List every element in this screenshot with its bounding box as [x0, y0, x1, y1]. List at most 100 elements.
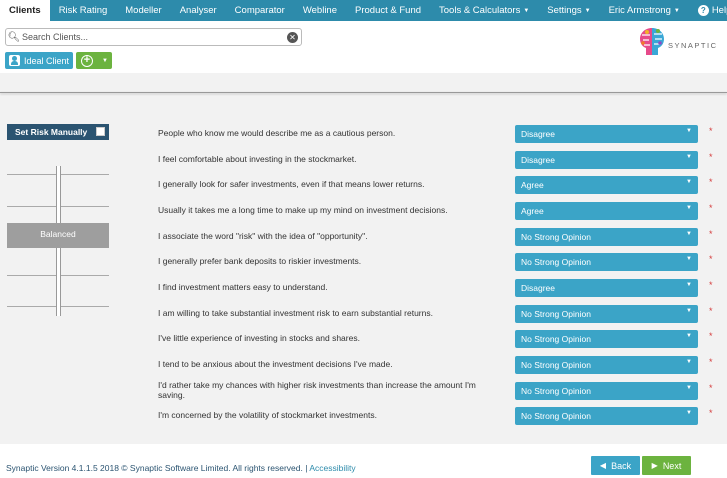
question-text: I generally prefer bank deposits to risk…: [158, 256, 362, 267]
tab-comparator[interactable]: Comparator: [226, 0, 294, 21]
answer-select[interactable]: No Strong Opinion ▼: [515, 253, 698, 271]
required-marker: *: [709, 357, 713, 367]
required-marker: *: [709, 408, 713, 418]
tab-label: Modeller: [125, 5, 162, 16]
plus-icon: +: [81, 54, 93, 67]
answer-value: No Strong Opinion: [521, 386, 591, 396]
chevron-down-icon: ▼: [686, 385, 692, 391]
required-marker: *: [709, 203, 713, 213]
chevron-down-icon: ▼: [673, 7, 680, 14]
back-button[interactable]: ◀ Back: [591, 456, 640, 475]
question-row: I am willing to take substantial investm…: [0, 305, 727, 323]
chevron-down-icon: ▼: [686, 256, 692, 262]
answer-value: Agree: [521, 206, 544, 216]
question-text: I associate the word "risk" with the ide…: [158, 231, 368, 242]
chevron-down-icon: ▼: [102, 57, 108, 64]
question-text: People who know me would describe me as …: [158, 128, 396, 139]
question-row: I generally prefer bank deposits to risk…: [0, 253, 727, 271]
user-menu[interactable]: Eric Armstrong ▼: [600, 0, 689, 21]
chevron-down-icon: ▼: [584, 7, 591, 14]
answer-select[interactable]: No Strong Opinion ▼: [515, 228, 698, 246]
tab-label: Analyser: [179, 5, 217, 16]
tab-label: Clients: [9, 5, 41, 16]
answer-select[interactable]: Agree ▼: [515, 202, 698, 220]
tab-risk-rating[interactable]: Risk Rating: [50, 0, 117, 21]
chevron-down-icon: ▼: [686, 282, 692, 288]
question-text: I feel comfortable about investing in th…: [158, 154, 357, 165]
search-box: 🔍︎ ✕: [5, 28, 302, 46]
next-button[interactable]: ▶ Next: [642, 456, 691, 475]
answer-value: No Strong Opinion: [521, 232, 591, 242]
answer-select[interactable]: No Strong Opinion ▼: [515, 305, 698, 323]
tab-label: Comparator: [234, 5, 285, 16]
required-marker: *: [709, 383, 713, 393]
question-row: I associate the word "risk" with the ide…: [0, 228, 727, 246]
question-row: I tend to be anxious about the investmen…: [0, 356, 727, 374]
tab-label: Settings: [547, 5, 582, 16]
answer-select[interactable]: No Strong Opinion ▼: [515, 382, 698, 400]
footer: Synaptic Version 4.1.1.5 2018 © Synaptic…: [0, 444, 727, 478]
required-marker: *: [709, 229, 713, 239]
required-marker: *: [709, 331, 713, 341]
tab-settings[interactable]: Settings ▼: [538, 0, 599, 21]
help-menu[interactable]: ?Help▼: [689, 0, 727, 21]
search-icon: 🔍︎: [7, 31, 21, 43]
required-marker: *: [709, 126, 713, 136]
answer-select[interactable]: Disagree ▼: [515, 151, 698, 169]
question-row: I'm concerned by the volatility of stock…: [0, 407, 727, 425]
required-marker: *: [709, 177, 713, 187]
tab-tools-calculators[interactable]: Tools & Calculators ▼: [430, 0, 538, 21]
answer-select[interactable]: Disagree ▼: [515, 279, 698, 297]
question-row: Usually it takes me a long time to make …: [0, 202, 727, 220]
answer-value: No Strong Opinion: [521, 411, 591, 421]
answer-value: Disagree: [521, 129, 556, 139]
top-navigation: Clients Risk Rating Modeller Analyser Co…: [0, 0, 727, 21]
answer-value: Agree: [521, 180, 544, 190]
accessibility-link[interactable]: Accessibility: [309, 463, 355, 473]
answer-value: Disagree: [521, 155, 556, 165]
answer-value: No Strong Opinion: [521, 334, 591, 344]
help-label: Help: [711, 5, 727, 16]
user-icon: [9, 55, 20, 66]
chevron-down-icon: ▼: [686, 410, 692, 416]
tab-modeller[interactable]: Modeller: [116, 0, 170, 21]
question-text: I am willing to take substantial investm…: [158, 308, 433, 319]
required-marker: *: [709, 280, 713, 290]
answer-select[interactable]: No Strong Opinion ▼: [515, 356, 698, 374]
divider: [0, 92, 727, 93]
tab-analyser[interactable]: Analyser: [171, 0, 226, 21]
help-icon: ?: [697, 5, 709, 16]
tab-clients[interactable]: Clients: [0, 0, 50, 21]
question-text: I've little experience of investing in s…: [158, 333, 360, 344]
required-marker: *: [709, 152, 713, 162]
tab-label: Webline: [302, 5, 337, 16]
synaptic-logo: [640, 28, 664, 55]
answer-value: No Strong Opinion: [521, 360, 591, 370]
question-text: I find investment matters easy to unders…: [158, 282, 328, 293]
answer-value: No Strong Opinion: [521, 257, 591, 267]
answer-select[interactable]: Agree ▼: [515, 176, 698, 194]
answer-select[interactable]: No Strong Opinion ▼: [515, 330, 698, 348]
question-row: I generally look for safer investments, …: [0, 176, 727, 194]
footer-text: Synaptic Version 4.1.1.5 2018 © Synaptic…: [6, 463, 356, 473]
tab-label: Tools & Calculators: [439, 5, 521, 16]
add-button[interactable]: + ▼: [76, 52, 112, 69]
question-text: I tend to be anxious about the investmen…: [158, 359, 393, 370]
ideal-client-button[interactable]: Ideal Client: [5, 52, 73, 69]
user-name: Eric Armstrong: [608, 5, 671, 16]
tab-webline[interactable]: Webline: [294, 0, 346, 21]
search-input[interactable]: [22, 32, 287, 42]
chevron-down-icon: ▼: [686, 231, 692, 237]
question-row: I feel comfortable about investing in th…: [0, 151, 727, 169]
ideal-client-label: Ideal Client: [24, 55, 70, 66]
answer-select[interactable]: No Strong Opinion ▼: [515, 407, 698, 425]
required-marker: *: [709, 306, 713, 316]
chevron-down-icon: ▼: [686, 179, 692, 185]
answer-value: No Strong Opinion: [521, 309, 591, 319]
answer-select[interactable]: Disagree ▼: [515, 125, 698, 143]
arrow-right-icon: ▶: [651, 461, 658, 470]
tab-label: Product & Fund: [355, 5, 422, 16]
tab-product-fund[interactable]: Product & Fund: [346, 0, 430, 21]
chevron-down-icon: ▼: [686, 308, 692, 314]
clear-icon[interactable]: ✕: [287, 31, 298, 43]
